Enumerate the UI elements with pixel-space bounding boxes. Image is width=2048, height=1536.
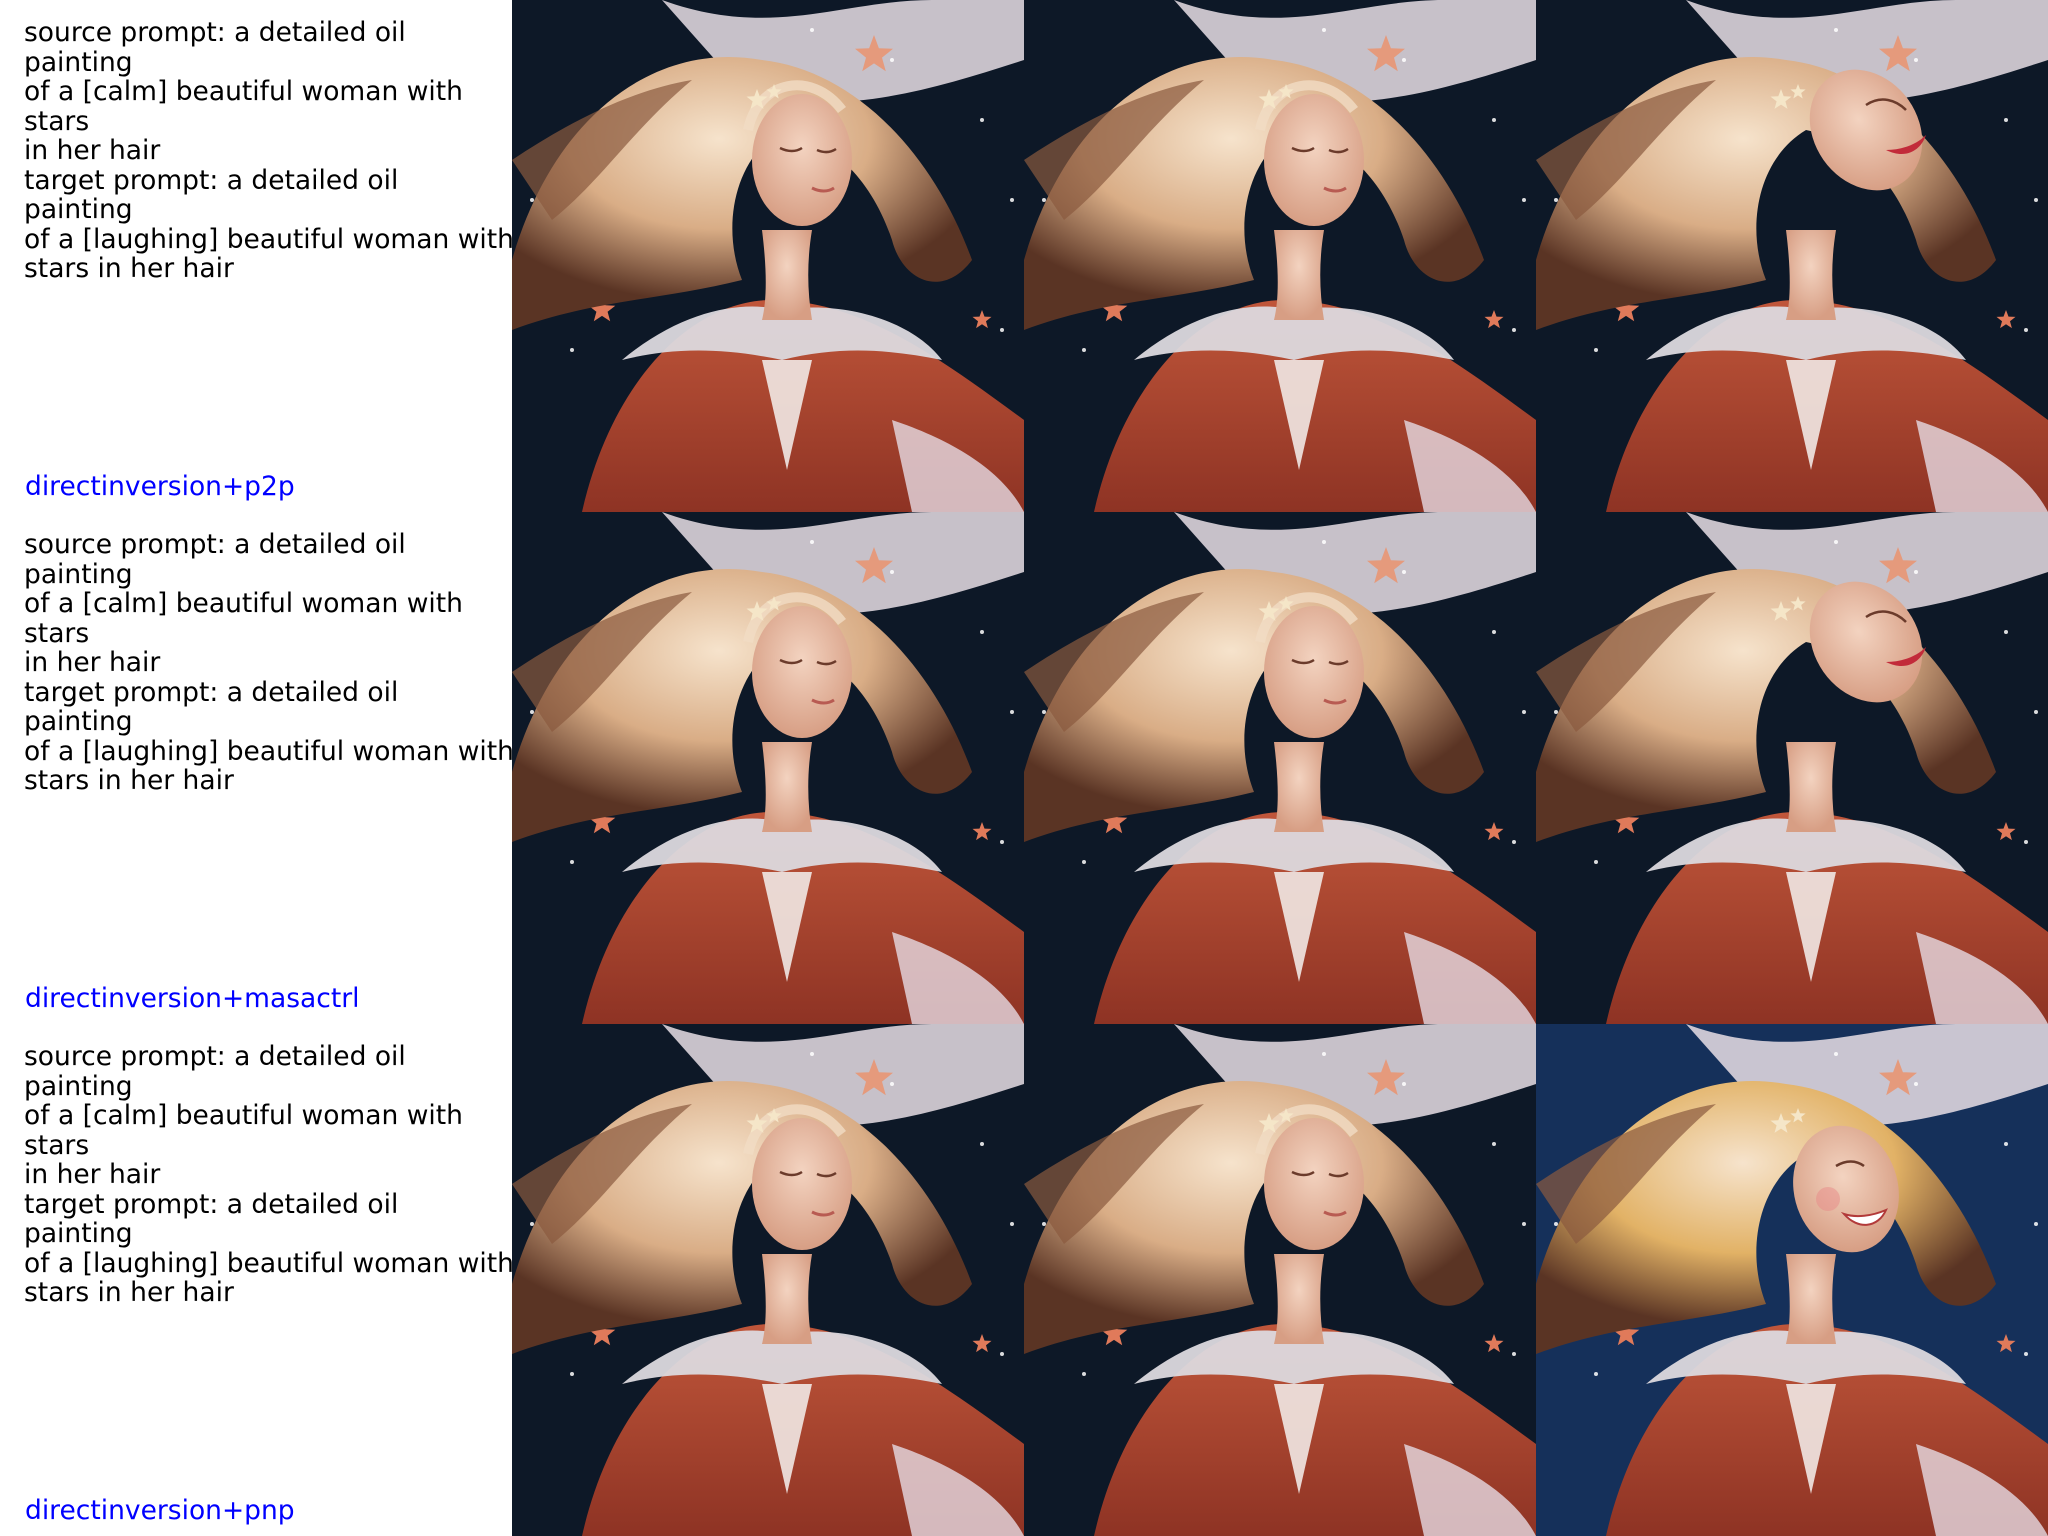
painting-illustration: [1024, 0, 1536, 512]
painting-illustration: [512, 512, 1024, 1024]
edited-image: [1536, 512, 2048, 1024]
source-prompt-line: of a [calm] beautiful woman with stars: [24, 588, 472, 649]
painting-illustration: [1024, 512, 1536, 1024]
source-prompt-line: in her hair: [24, 135, 161, 166]
target-prompt-line: target prompt: a detailed oil painting: [24, 1188, 407, 1249]
result-row-masactrl: source prompt: a detailed oil painting o…: [0, 512, 2048, 1024]
reconstruction-image: [1024, 0, 1536, 512]
painting-illustration: [1536, 0, 2048, 512]
source-image: [512, 0, 1024, 512]
prompt-caption: source prompt: a detailed oil painting o…: [24, 18, 514, 284]
target-prompt-line: of a [laughing] beautiful woman with: [24, 735, 514, 767]
method-label: directinversion+p2p: [25, 471, 295, 502]
source-image: [512, 512, 1024, 1024]
method-label: directinversion+masactrl: [25, 983, 360, 1014]
target-prompt-line: stars in her hair: [24, 253, 234, 284]
edited-image: [1536, 0, 2048, 512]
target-prompt-line: stars in her hair: [24, 1277, 234, 1308]
edited-image: [1536, 1024, 2048, 1536]
painting-illustration: [1024, 1024, 1536, 1536]
source-prompt-line: source prompt: a detailed oil painting: [24, 1041, 415, 1102]
prompt-caption: source prompt: a detailed oil painting o…: [24, 1042, 514, 1308]
source-prompt-line: of a [calm] beautiful woman with stars: [24, 1100, 472, 1161]
target-prompt-line: stars in her hair: [24, 765, 234, 796]
target-prompt-line: target prompt: a detailed oil painting: [24, 164, 407, 225]
source-prompt-line: source prompt: a detailed oil painting: [24, 529, 415, 590]
prompt-caption: source prompt: a detailed oil painting o…: [24, 530, 514, 796]
source-prompt-line: source prompt: a detailed oil painting: [24, 17, 415, 78]
result-row-p2p: source prompt: a detailed oil painting o…: [0, 0, 2048, 512]
painting-illustration: [1536, 512, 2048, 1024]
method-label: directinversion+pnp: [25, 1495, 295, 1526]
target-prompt-line: of a [laughing] beautiful woman with: [24, 1247, 514, 1279]
painting-illustration: [512, 1024, 1024, 1536]
source-prompt-line: of a [calm] beautiful woman with stars: [24, 76, 472, 137]
source-image: [512, 1024, 1024, 1536]
source-prompt-line: in her hair: [24, 647, 161, 678]
source-prompt-line: in her hair: [24, 1159, 161, 1190]
target-prompt-line: target prompt: a detailed oil painting: [24, 676, 407, 737]
painting-illustration: [512, 0, 1024, 512]
painting-illustration: [1536, 1024, 2048, 1536]
target-prompt-line: of a [laughing] beautiful woman with: [24, 223, 514, 255]
reconstruction-image: [1024, 1024, 1536, 1536]
result-row-pnp: source prompt: a detailed oil painting o…: [0, 1024, 2048, 1536]
reconstruction-image: [1024, 512, 1536, 1024]
